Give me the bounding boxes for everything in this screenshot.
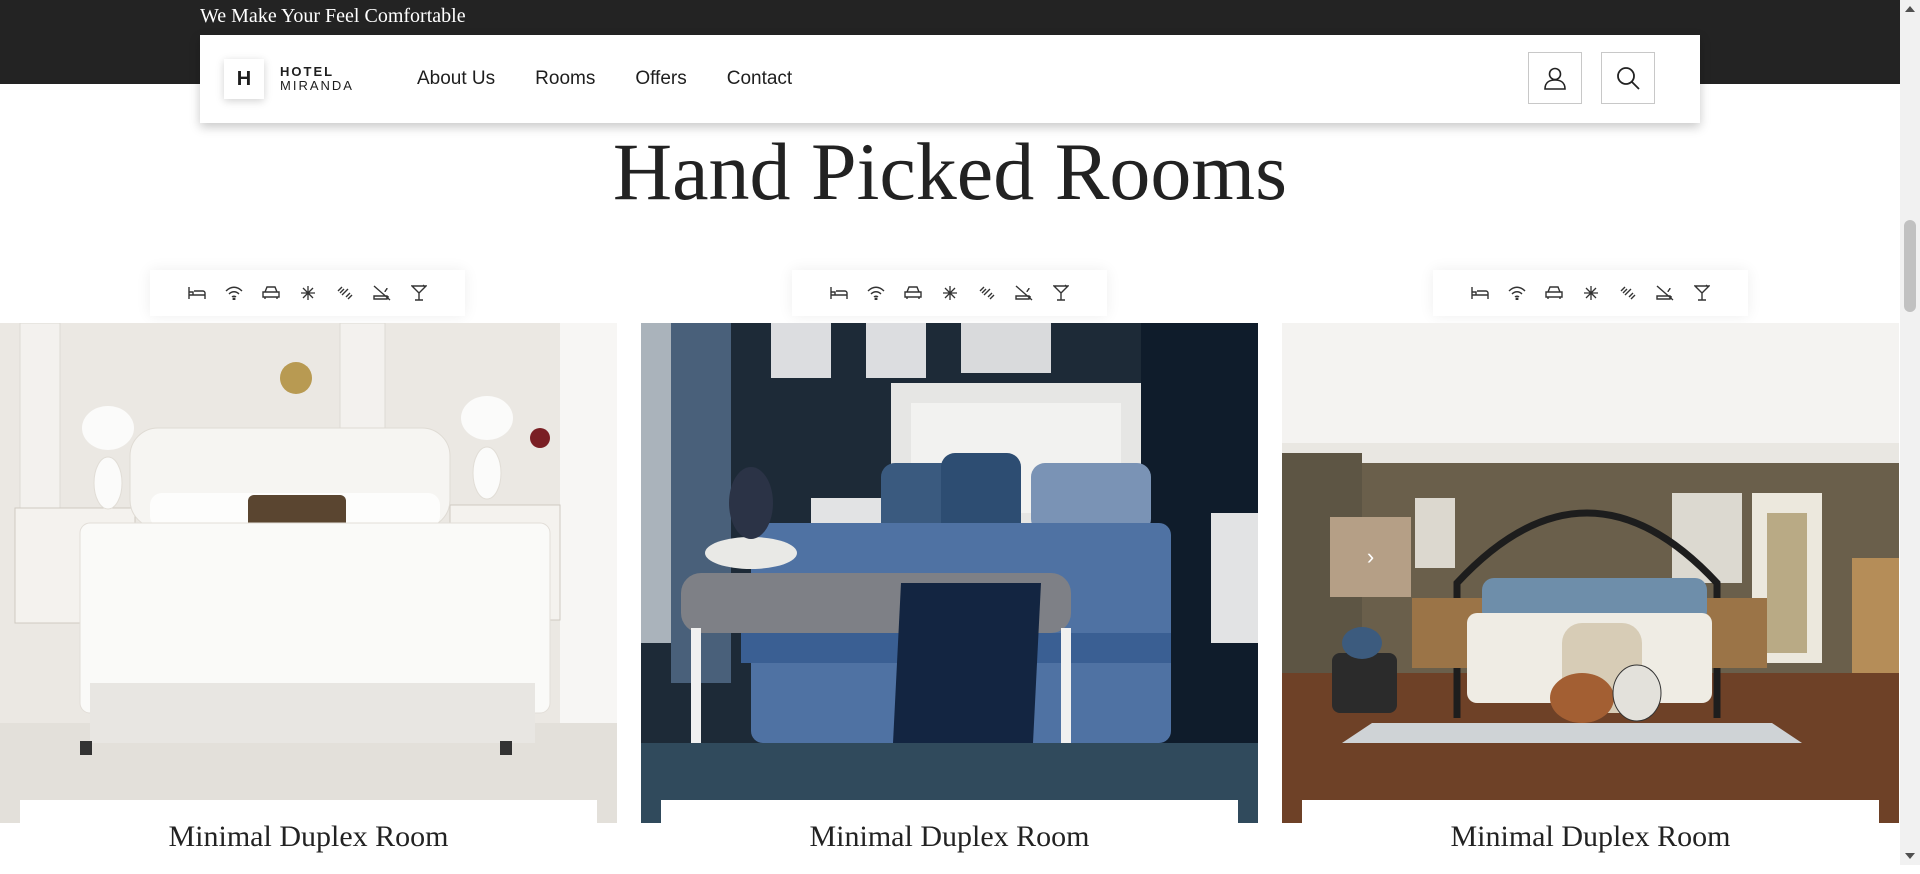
scrollbar[interactable]	[1900, 0, 1920, 865]
slider-arrow-button[interactable]: ›	[1330, 517, 1411, 597]
no-smoking-icon	[1013, 283, 1034, 304]
car-icon	[1543, 283, 1564, 304]
room-title-3[interactable]: Minimal Duplex Room	[1302, 800, 1879, 865]
section-title: Hand Picked Rooms	[612, 126, 1288, 217]
scroll-up-icon[interactable]	[1905, 6, 1915, 12]
dumbbell-icon	[334, 283, 355, 304]
nav-about-us[interactable]: About Us	[417, 68, 495, 90]
amenities-strip-2	[792, 270, 1107, 316]
user-icon	[1544, 67, 1566, 90]
room-photo-white-bedroom	[0, 323, 617, 823]
main-nav: About Us Rooms Offers Contact	[417, 35, 792, 123]
car-icon	[260, 283, 281, 304]
nav-contact[interactable]: Contact	[727, 68, 792, 90]
car-icon	[902, 283, 923, 304]
dumbbell-icon	[1617, 283, 1638, 304]
bed-icon	[186, 283, 207, 304]
logo-text[interactable]: HOTEL MIRANDA	[280, 65, 354, 93]
bed-icon	[828, 283, 849, 304]
snowflake-icon	[1580, 283, 1601, 304]
bed-icon	[1469, 283, 1490, 304]
no-smoking-icon	[371, 283, 392, 304]
wifi-icon	[1506, 283, 1527, 304]
snowflake-icon	[297, 283, 318, 304]
search-button[interactable]	[1601, 52, 1655, 104]
cocktail-icon	[1050, 283, 1071, 304]
logo-line-hotel: HOTEL	[280, 64, 335, 79]
tagline: We Make Your Feel Comfortable	[200, 5, 466, 27]
amenities-strip-3	[1433, 270, 1748, 316]
room-image-2[interactable]	[641, 323, 1258, 823]
wifi-icon	[223, 283, 244, 304]
amenities-strip-1	[150, 270, 465, 316]
room-title-2[interactable]: Minimal Duplex Room	[661, 800, 1238, 865]
cocktail-icon	[408, 283, 429, 304]
nav-offers[interactable]: Offers	[635, 68, 686, 90]
logo-line-miranda: MIRANDA	[280, 78, 354, 93]
wifi-icon	[865, 283, 886, 304]
room-image-1[interactable]	[0, 323, 617, 823]
logo-mark[interactable]: H	[224, 59, 264, 99]
room-title-1[interactable]: Minimal Duplex Room	[20, 800, 597, 865]
scroll-thumb[interactable]	[1904, 220, 1916, 312]
nav-rooms[interactable]: Rooms	[535, 68, 595, 90]
account-button[interactable]	[1528, 52, 1582, 104]
room-photo-navy-bedroom	[641, 323, 1258, 823]
dumbbell-icon	[976, 283, 997, 304]
main-header: H HOTEL MIRANDA About Us Rooms Offers Co…	[200, 35, 1700, 123]
search-icon	[1617, 67, 1640, 90]
scroll-down-icon[interactable]	[1905, 853, 1915, 859]
snowflake-icon	[939, 283, 960, 304]
no-smoking-icon	[1654, 283, 1675, 304]
cocktail-icon	[1691, 283, 1712, 304]
